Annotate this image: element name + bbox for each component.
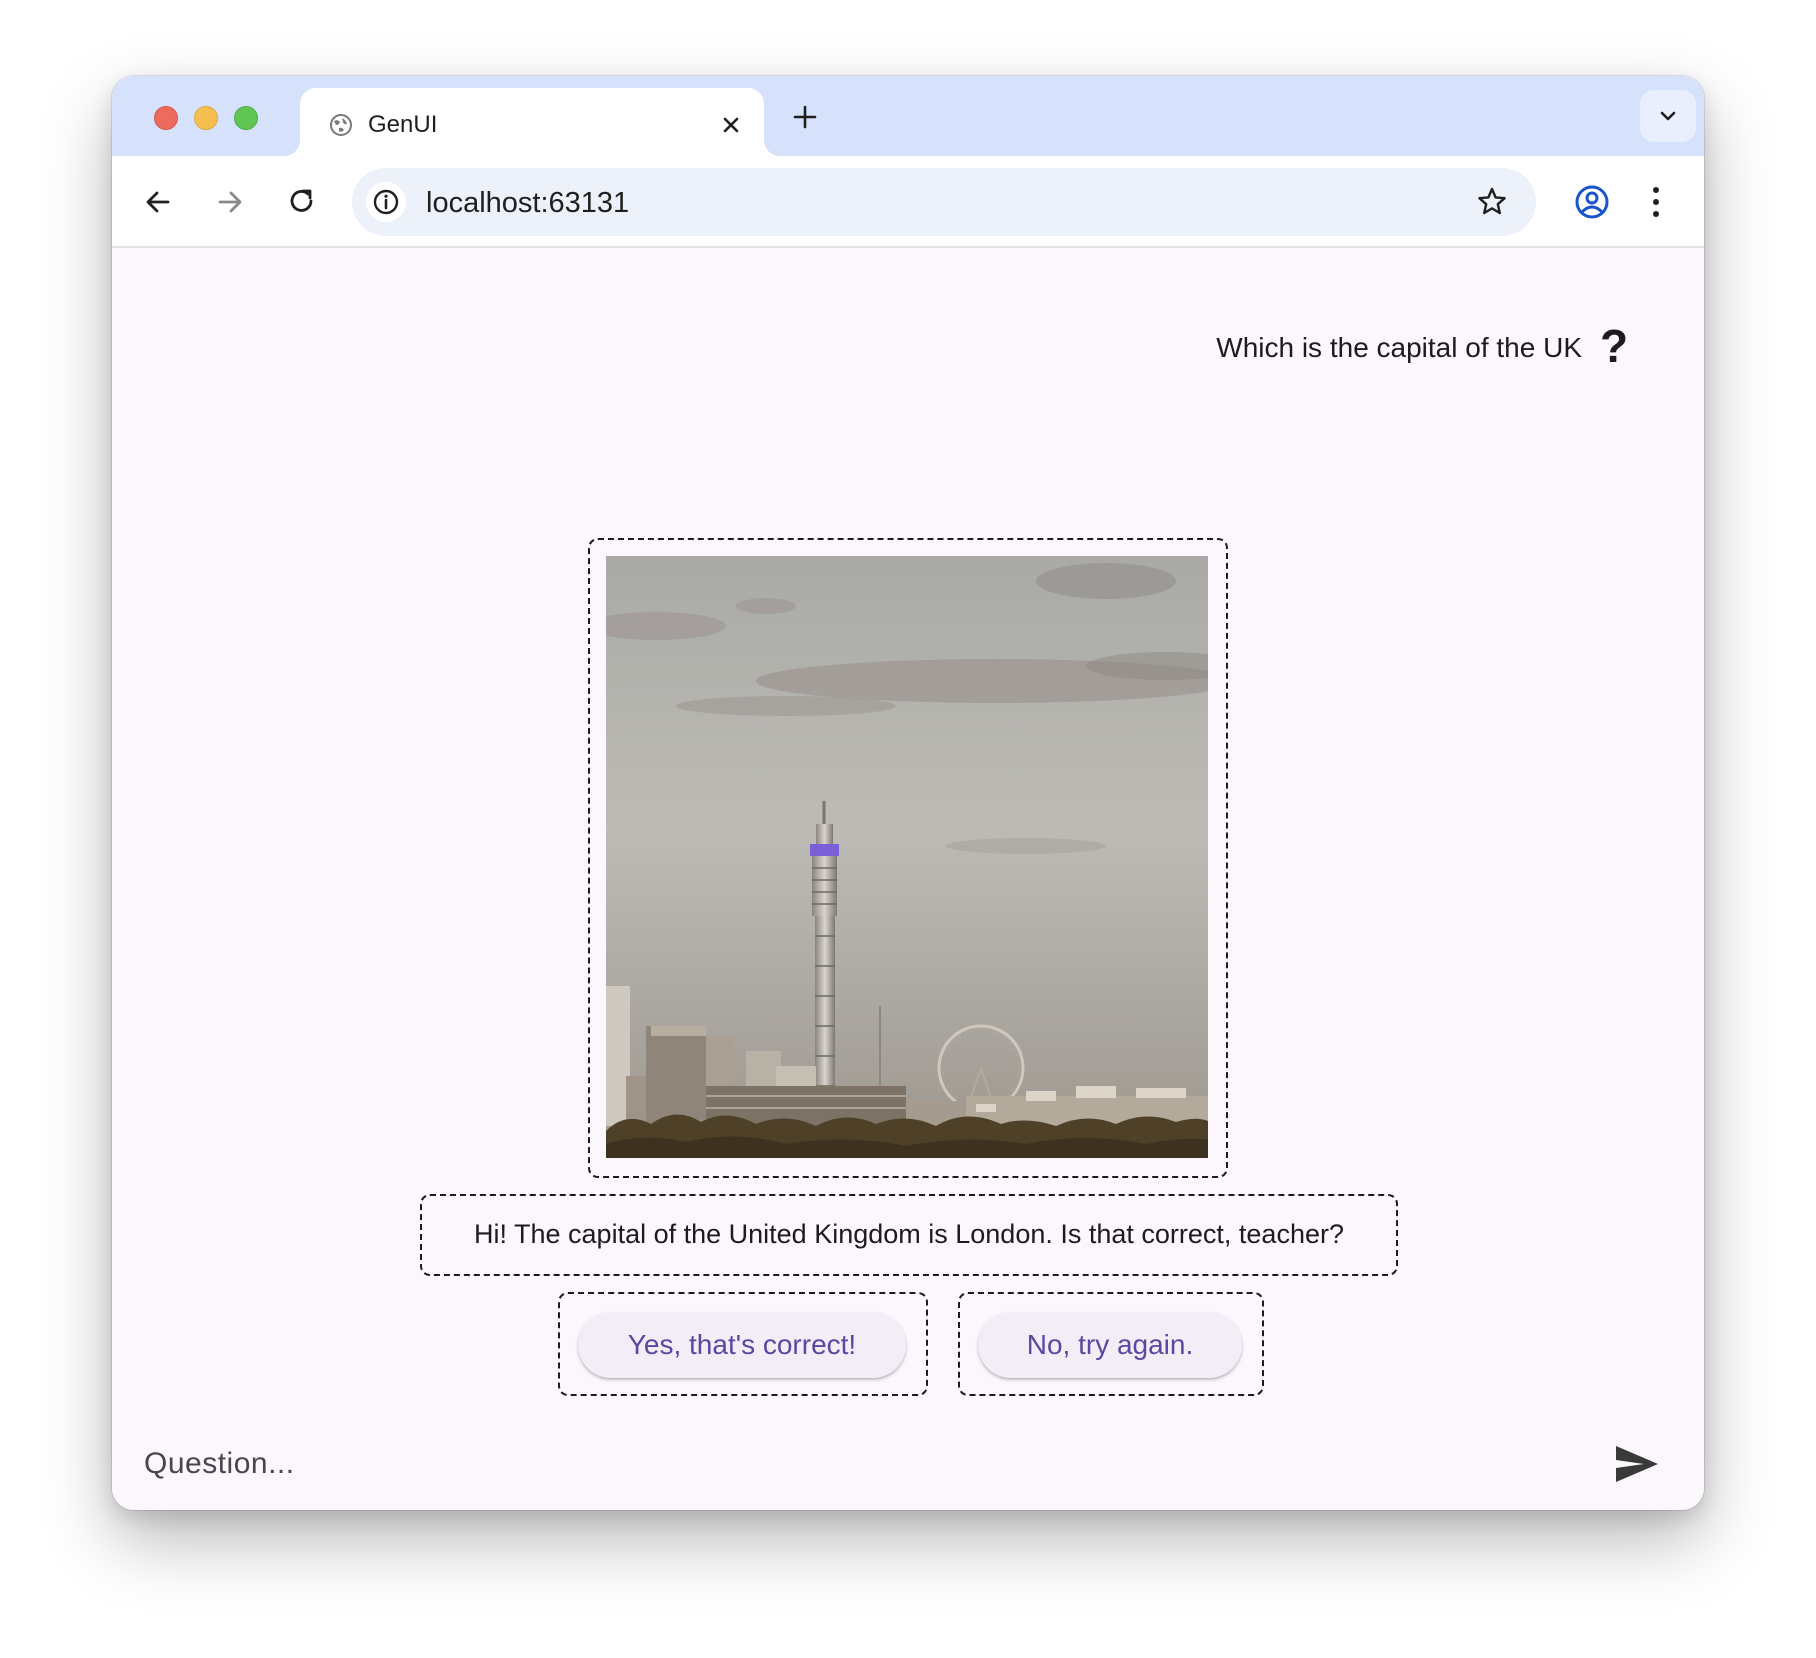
no-try-again-button[interactable]: No, try again. [978, 1312, 1242, 1378]
london-skyline-photo [606, 556, 1208, 1158]
user-avatar-question-icon: ? [1600, 320, 1629, 372]
minimize-window-button[interactable] [194, 106, 218, 130]
browser-toolbar: localhost:63131 [112, 156, 1704, 248]
send-icon[interactable] [1614, 1444, 1660, 1484]
globe-icon [328, 112, 354, 138]
question-input[interactable]: Question... [144, 1438, 1624, 1490]
kebab-menu-icon[interactable] [1648, 182, 1664, 222]
tab-genui[interactable]: GenUI [300, 88, 764, 160]
close-window-button[interactable] [154, 106, 178, 130]
chat-page: Which is the capital of the UK ? Hi! The… [112, 248, 1704, 1510]
info-icon[interactable] [366, 182, 406, 222]
star-icon[interactable] [1474, 184, 1510, 220]
plus-icon[interactable] [790, 102, 820, 132]
tab-strip: GenUI [112, 76, 1704, 160]
user-message: Which is the capital of the UK [1216, 332, 1582, 363]
profile-icon[interactable] [1572, 182, 1612, 222]
browser-window: GenUI localhost:63131 Which is the capit… [112, 76, 1704, 1510]
arrow-left-icon[interactable] [140, 184, 176, 220]
assistant-answer: Hi! The capital of the United Kingdom is… [474, 1219, 1344, 1249]
tab-search-button[interactable] [1640, 90, 1696, 142]
maximize-window-button[interactable] [234, 106, 258, 130]
chevron-down-icon [1660, 111, 1676, 121]
tab-title: GenUI [368, 111, 438, 138]
close-icon[interactable] [718, 112, 744, 138]
arrow-right-icon[interactable] [212, 184, 248, 220]
yes-correct-button[interactable]: Yes, that's correct! [578, 1312, 906, 1378]
url-text: localhost:63131 [426, 187, 630, 219]
address-bar[interactable]: localhost:63131 [352, 168, 1536, 236]
reload-icon[interactable] [284, 184, 320, 220]
